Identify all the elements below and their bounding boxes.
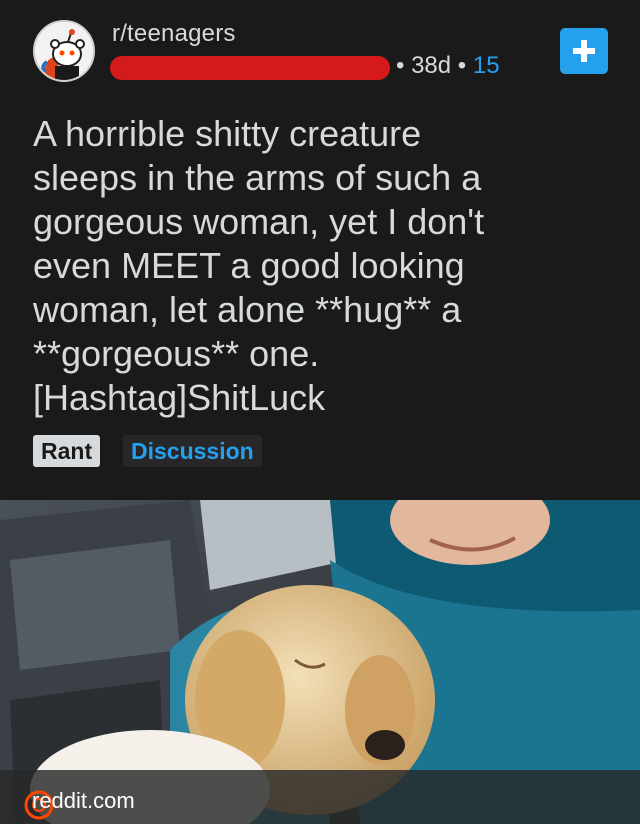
post-header: r/teenagers • 38d • 15: [0, 0, 640, 110]
meta-separator: •: [396, 52, 405, 79]
flair-discussion[interactable]: Discussion: [123, 435, 262, 467]
post-image[interactable]: reddit.com: [0, 500, 640, 824]
plus-icon: [573, 40, 595, 62]
meta-separator: •: [457, 52, 467, 79]
link-bar[interactable]: reddit.com: [0, 770, 640, 824]
flair-rant[interactable]: Rant: [33, 435, 101, 467]
post-title[interactable]: A horrible shitty creature sleeps in the…: [33, 112, 623, 420]
redacted-username: [110, 56, 390, 80]
comment-count[interactable]: 15: [473, 52, 500, 79]
join-button[interactable]: [560, 28, 608, 74]
post-meta: • 38d • 15: [396, 52, 500, 80]
link-domain[interactable]: reddit.com: [32, 788, 135, 814]
subreddit-name[interactable]: r/teenagers: [112, 20, 236, 48]
post-age: 38d: [411, 52, 452, 79]
snoo-avatar-icon[interactable]: [33, 20, 95, 82]
